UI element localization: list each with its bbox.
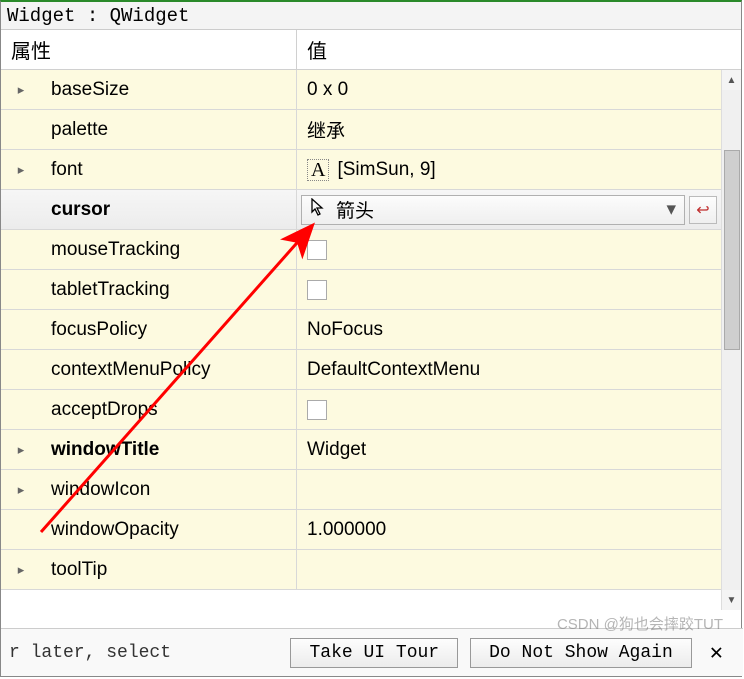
footer-hint: r later, select bbox=[9, 643, 171, 663]
property-value-cell[interactable]: 箭头 ▾ ↩ bbox=[297, 190, 721, 229]
header-value[interactable]: 值 bbox=[297, 30, 741, 69]
scroll-thumb[interactable] bbox=[724, 150, 740, 350]
property-row[interactable]: focusPolicy NoFocus bbox=[1, 310, 721, 350]
header-property[interactable]: 属性 bbox=[1, 30, 297, 69]
property-value: 继承 bbox=[307, 116, 345, 143]
property-name-cell[interactable]: focusPolicy bbox=[1, 310, 297, 349]
property-row[interactable]: ▸ font A [SimSun, 9] bbox=[1, 150, 721, 190]
cursor-value: 箭头 bbox=[336, 196, 374, 223]
property-value-cell[interactable]: Widget bbox=[297, 430, 721, 469]
property-name-cell[interactable]: ▸ toolTip bbox=[1, 550, 297, 589]
property-name-cell[interactable]: ▸ windowTitle bbox=[1, 430, 297, 469]
property-value-cell[interactable]: A [SimSun, 9] bbox=[297, 150, 721, 189]
property-row[interactable]: cursor 箭头 ▾ ↩ bbox=[1, 190, 721, 230]
property-value-cell[interactable]: NoFocus bbox=[297, 310, 721, 349]
property-value-cell[interactable]: 1.000000 bbox=[297, 510, 721, 549]
property-name: baseSize bbox=[51, 79, 129, 101]
property-row[interactable]: ▸ windowTitle Widget bbox=[1, 430, 721, 470]
property-name: mouseTracking bbox=[51, 239, 180, 261]
property-value: [SimSun, 9] bbox=[337, 159, 435, 181]
property-name-cell[interactable]: windowOpacity bbox=[1, 510, 297, 549]
property-row[interactable]: mouseTracking bbox=[1, 230, 721, 270]
property-name: windowTitle bbox=[51, 439, 159, 461]
property-name-cell[interactable]: palette bbox=[1, 110, 297, 149]
property-row[interactable]: ▸ toolTip bbox=[1, 550, 721, 590]
property-value: NoFocus bbox=[307, 319, 383, 341]
expand-icon[interactable]: ▸ bbox=[11, 482, 31, 498]
property-value-cell[interactable] bbox=[297, 230, 721, 269]
title-bar: Widget : QWidget bbox=[1, 2, 741, 30]
property-value: Widget bbox=[307, 439, 366, 461]
reset-property-button[interactable]: ↩ bbox=[689, 196, 717, 224]
property-value: DefaultContextMenu bbox=[307, 359, 480, 381]
cursor-combobox[interactable]: 箭头 ▾ bbox=[301, 195, 685, 225]
property-name-cell[interactable]: tabletTracking bbox=[1, 270, 297, 309]
font-sample-icon: A bbox=[307, 159, 329, 181]
property-value: 0 x 0 bbox=[307, 79, 348, 101]
vertical-scrollbar[interactable]: ▲ ▼ bbox=[721, 70, 741, 610]
chevron-down-icon[interactable]: ▾ bbox=[666, 198, 676, 221]
property-row[interactable]: windowOpacity 1.000000 bbox=[1, 510, 721, 550]
property-value-cell[interactable] bbox=[297, 550, 721, 589]
property-name-cell[interactable]: cursor bbox=[1, 190, 297, 229]
dismiss-button[interactable]: Do Not Show Again bbox=[470, 638, 692, 668]
property-name-cell[interactable]: ▸ baseSize bbox=[1, 70, 297, 109]
expand-icon[interactable]: ▸ bbox=[11, 442, 31, 458]
expand-icon[interactable]: ▸ bbox=[11, 82, 31, 98]
property-value-cell[interactable] bbox=[297, 270, 721, 309]
property-name-cell[interactable]: ▸ windowIcon bbox=[1, 470, 297, 509]
checkbox[interactable] bbox=[307, 400, 327, 420]
scroll-up-button[interactable]: ▲ bbox=[722, 70, 741, 90]
expand-icon[interactable]: ▸ bbox=[11, 162, 31, 178]
expand-icon[interactable]: ▸ bbox=[11, 562, 31, 578]
checkbox[interactable] bbox=[307, 240, 327, 260]
property-name: focusPolicy bbox=[51, 319, 147, 341]
property-name-cell[interactable]: acceptDrops bbox=[1, 390, 297, 429]
property-name: palette bbox=[51, 119, 108, 141]
property-name: windowIcon bbox=[51, 479, 150, 501]
property-row[interactable]: ▸ baseSize 0 x 0 bbox=[1, 70, 721, 110]
property-row[interactable]: ▸ windowIcon bbox=[1, 470, 721, 510]
property-row[interactable]: contextMenuPolicy DefaultContextMenu bbox=[1, 350, 721, 390]
property-value-cell[interactable] bbox=[297, 390, 721, 429]
property-name-cell[interactable]: contextMenuPolicy bbox=[1, 350, 297, 389]
checkbox[interactable] bbox=[307, 280, 327, 300]
property-value: 1.000000 bbox=[307, 519, 386, 541]
property-rows: ▸ baseSize 0 x 0 palette 继承 ▸ font A [SimSun, 9]… bbox=[1, 70, 741, 610]
footer-bar: r later, select Take UI Tour Do Not Show… bbox=[1, 628, 743, 676]
property-row[interactable]: tabletTracking bbox=[1, 270, 721, 310]
property-value-cell[interactable]: 继承 bbox=[297, 110, 721, 149]
property-name: cursor bbox=[51, 199, 110, 221]
property-name-cell[interactable]: mouseTracking bbox=[1, 230, 297, 269]
property-value-cell[interactable] bbox=[297, 470, 721, 509]
close-icon[interactable]: ✕ bbox=[710, 640, 723, 666]
property-name: acceptDrops bbox=[51, 399, 158, 421]
column-headers: 属性 值 bbox=[1, 30, 741, 70]
scroll-down-button[interactable]: ▼ bbox=[722, 590, 741, 610]
take-tour-button[interactable]: Take UI Tour bbox=[290, 638, 458, 668]
property-name: windowOpacity bbox=[51, 519, 179, 541]
property-name: tabletTracking bbox=[51, 279, 170, 301]
property-name: contextMenuPolicy bbox=[51, 359, 210, 381]
property-name: font bbox=[51, 159, 83, 181]
property-name-cell[interactable]: ▸ font bbox=[1, 150, 297, 189]
property-value-cell[interactable]: 0 x 0 bbox=[297, 70, 721, 109]
arrow-cursor-icon bbox=[310, 198, 326, 222]
property-editor-window: Widget : QWidget 属性 值 ▸ baseSize 0 x 0 pale… bbox=[0, 0, 742, 677]
property-row[interactable]: acceptDrops bbox=[1, 390, 721, 430]
title-text: Widget : QWidget bbox=[7, 5, 189, 27]
property-name: toolTip bbox=[51, 559, 107, 581]
property-row[interactable]: palette 继承 bbox=[1, 110, 721, 150]
property-value-cell[interactable]: DefaultContextMenu bbox=[297, 350, 721, 389]
